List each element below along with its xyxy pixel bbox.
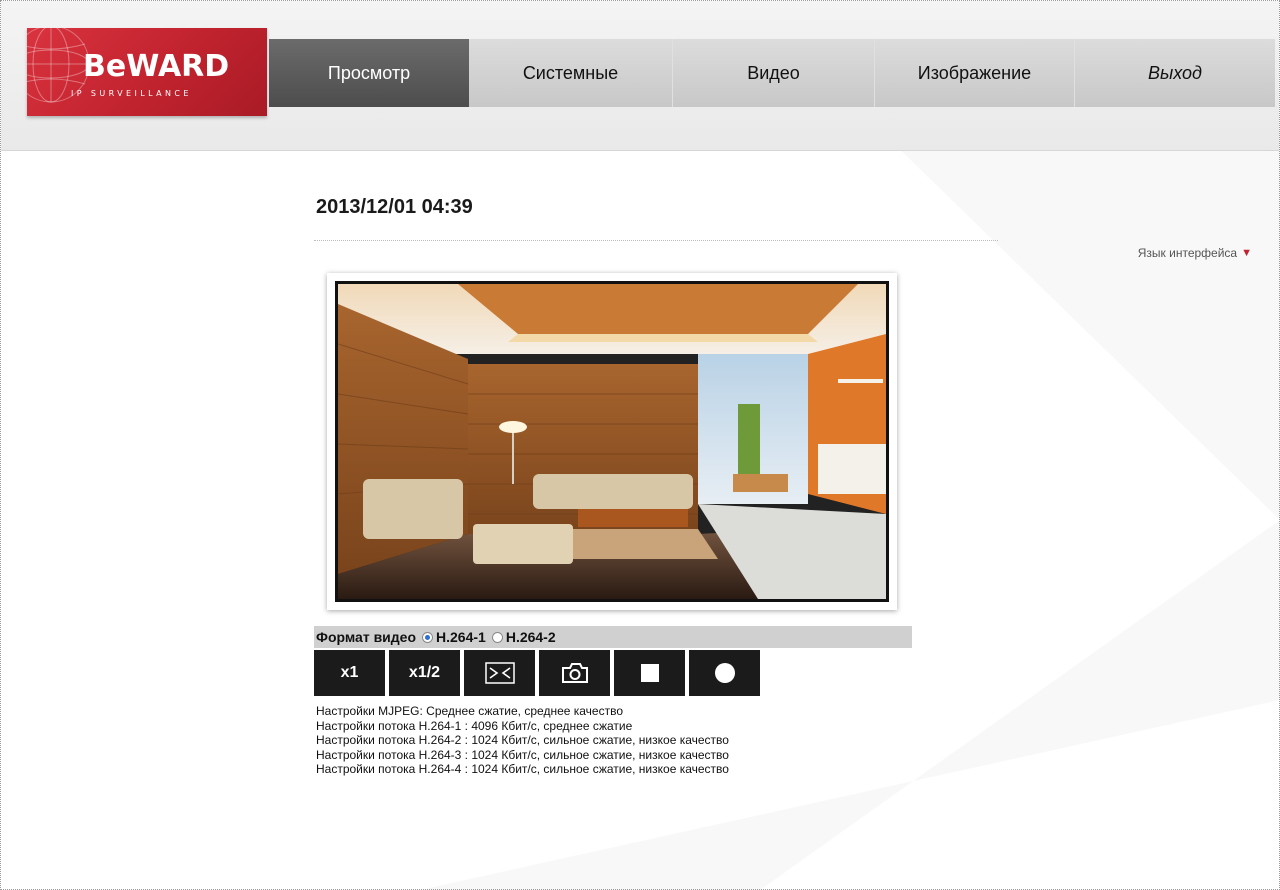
record-icon: [714, 663, 735, 683]
divider: [314, 240, 998, 241]
stream-info-line: Настройки потока H.264-2 : 1024 Кбит/с, …: [316, 733, 729, 747]
language-selector[interactable]: Язык интерфейса ▼: [1138, 246, 1252, 260]
zoom-half-button[interactable]: x1/2: [389, 650, 460, 696]
stream-info: Настройки MJPEG: Среднее сжатие, среднее…: [316, 704, 729, 777]
snapshot-button[interactable]: [539, 650, 610, 696]
stop-icon: [640, 664, 659, 682]
format-option-h264-1-label[interactable]: H.264-1: [436, 629, 486, 645]
logo-wordmark: BeWARD: [83, 49, 230, 84]
logo-tagline: IP SURVEILLANCE: [71, 89, 192, 98]
stream-info-line: Настройки потока H.264-3 : 1024 Кбит/с, …: [316, 747, 729, 762]
video-scene-image: [338, 284, 886, 599]
page-header: BeWARD IP SURVEILLANCE Просмотр Системны…: [1, 1, 1279, 151]
main-nav: Просмотр Системные Видео Изображение Вых…: [269, 39, 1275, 107]
nav-tab-system[interactable]: Системные: [469, 39, 673, 107]
stream-info-line: Настройки потока H.264-4 : 1024 Кбит/с, …: [316, 762, 729, 776]
camera-icon: [561, 663, 588, 683]
live-video[interactable]: [335, 281, 889, 602]
video-format-label: Формат видео: [316, 629, 417, 645]
nav-tab-video[interactable]: Видео: [673, 39, 875, 107]
format-radio-h264-2[interactable]: [491, 631, 503, 643]
datetime-label: 2013/12/01 04:39: [316, 196, 473, 218]
video-controls: x1 x1/2: [314, 650, 760, 696]
record-button[interactable]: [689, 650, 760, 696]
nav-tab-view[interactable]: Просмотр: [269, 39, 469, 107]
triangle-down-icon: ▼: [1241, 247, 1252, 259]
stream-info-line: Настройки потока H.264-1 : 4096 Кбит/с, …: [316, 718, 633, 733]
video-format-bar: Формат видео H.264-1 H.264-2: [314, 626, 912, 648]
fit-window-button[interactable]: [464, 650, 535, 696]
stop-button[interactable]: [614, 650, 685, 696]
beward-logo[interactable]: BeWARD IP SURVEILLANCE: [27, 28, 267, 116]
format-radio-h264-1[interactable]: [422, 631, 434, 643]
nav-tab-image[interactable]: Изображение: [875, 39, 1075, 107]
video-frame: [327, 273, 897, 610]
stream-info-line: Настройки MJPEG: Среднее сжатие, среднее…: [316, 704, 624, 718]
fit-window-icon: [484, 662, 515, 684]
zoom-x1-button[interactable]: x1: [314, 650, 385, 696]
nav-tab-logout[interactable]: Выход: [1075, 39, 1275, 107]
language-label: Язык интерфейса: [1137, 246, 1238, 260]
format-option-h264-2-label[interactable]: H.264-2: [506, 629, 556, 645]
